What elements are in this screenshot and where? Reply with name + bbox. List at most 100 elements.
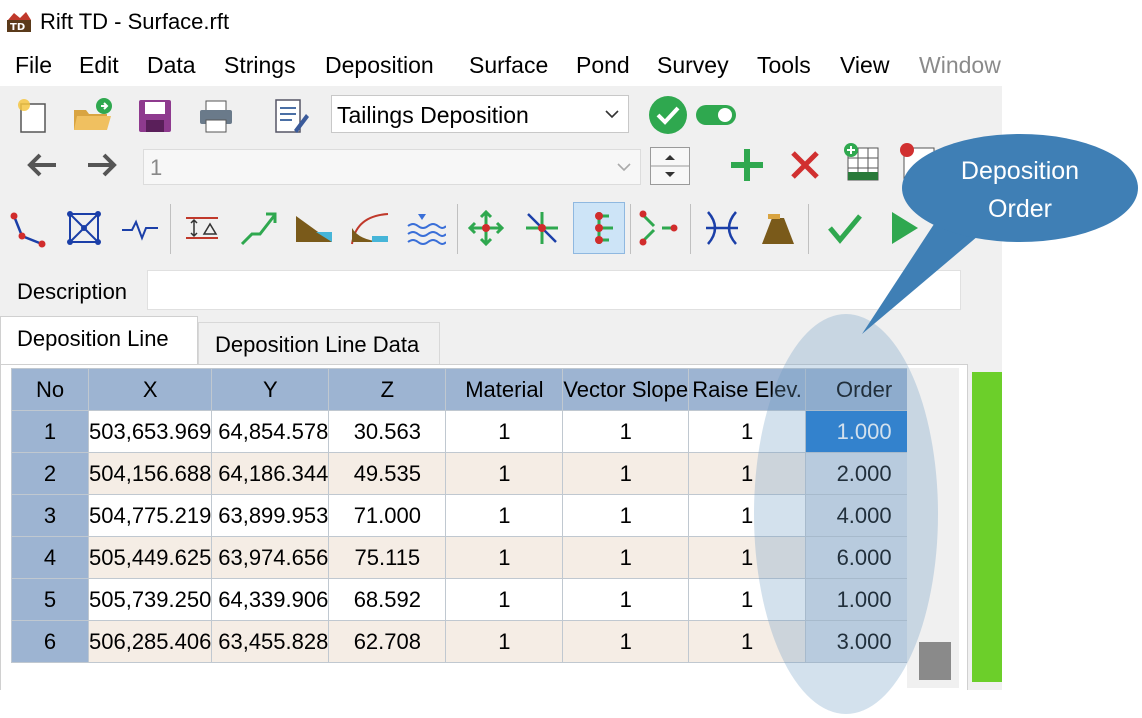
save-icon[interactable] [132, 94, 176, 138]
new-file-icon[interactable] [10, 94, 54, 138]
menu-survey[interactable]: Survey [657, 52, 729, 79]
table-row[interactable]: 5 505,739.250 64,339.906 68.592 1 1 1 1.… [11, 578, 924, 621]
menu-surface[interactable]: Surface [469, 52, 548, 79]
cell-vector-slope[interactable]: 1 [562, 578, 690, 621]
cell-y[interactable]: 63,899.953 [211, 494, 330, 537]
profile-line-icon[interactable] [118, 206, 162, 250]
column-header-material[interactable]: Material [445, 368, 564, 411]
cell-material[interactable]: 1 [445, 452, 564, 495]
cell-vector-slope[interactable]: 1 [562, 620, 690, 663]
report-edit-icon[interactable] [268, 94, 312, 138]
table-row[interactable]: 3 504,775.219 63,899.953 71.000 1 1 1 4.… [11, 494, 924, 537]
cell-z[interactable]: 71.000 [328, 494, 447, 537]
column-header-no[interactable]: No [11, 368, 89, 411]
cell-y[interactable]: 64,339.906 [211, 578, 330, 621]
scroll-thumb[interactable] [919, 642, 951, 680]
cell-raise-elev[interactable]: 1 [688, 410, 807, 453]
move-node-icon[interactable] [464, 206, 508, 250]
cell-raise-elev[interactable]: 1 [688, 578, 807, 621]
elevation-range-icon[interactable] [180, 206, 224, 250]
deposition-mode-select[interactable]: Tailings Deposition [331, 95, 629, 133]
cell-x[interactable]: 506,285.406 [87, 620, 213, 663]
add-table-icon[interactable] [840, 141, 884, 185]
tab-deposition-line-data[interactable]: Deposition Line Data [198, 322, 440, 367]
cell-vector-slope[interactable]: 1 [562, 536, 690, 579]
menu-file[interactable]: File [15, 52, 52, 79]
print-icon[interactable] [194, 94, 238, 138]
apply-check-icon[interactable] [822, 206, 866, 250]
cell-order[interactable]: 2.000 [805, 452, 924, 495]
mesh-icon[interactable] [62, 206, 106, 250]
table-row[interactable]: 1 503,653.969 64,854.578 30.563 1 1 1 1.… [11, 410, 924, 453]
menu-deposition[interactable]: Deposition [325, 52, 434, 79]
tab-deposition-line[interactable]: Deposition Line [0, 316, 198, 367]
description-input[interactable] [147, 270, 961, 310]
cell-raise-elev[interactable]: 1 [688, 620, 807, 663]
water-level-icon[interactable] [404, 206, 448, 250]
back-arrow-icon[interactable] [20, 143, 64, 187]
toggle-switch[interactable] [694, 93, 738, 137]
open-folder-icon[interactable] [70, 94, 114, 138]
cell-order[interactable]: 4.000 [805, 494, 924, 537]
intersect-icon[interactable] [700, 206, 744, 250]
cell-x[interactable]: 505,739.250 [87, 578, 213, 621]
cell-material[interactable]: 1 [445, 410, 564, 453]
cell-vector-slope[interactable]: 1 [562, 494, 690, 537]
column-header-order[interactable]: Order [805, 368, 924, 411]
cell-z[interactable]: 68.592 [328, 578, 447, 621]
cell-vector-slope[interactable]: 1 [562, 410, 690, 453]
cell-y[interactable]: 63,455.828 [211, 620, 330, 663]
cell-raise-elev[interactable]: 1 [688, 452, 807, 495]
record-select[interactable]: 1 [143, 149, 641, 185]
menu-edit[interactable]: Edit [79, 52, 119, 79]
add-icon[interactable] [725, 143, 769, 187]
menu-view[interactable]: View [840, 52, 889, 79]
column-header-y[interactable]: Y [211, 368, 330, 411]
cell-order[interactable]: 1.000 [805, 410, 924, 453]
cell-raise-elev[interactable]: 1 [688, 536, 807, 579]
check-circle-icon[interactable] [646, 93, 690, 137]
cell-x[interactable]: 504,156.688 [87, 452, 213, 495]
split-string-icon[interactable] [636, 206, 680, 250]
cell-x[interactable]: 503,653.969 [87, 410, 213, 453]
cell-y[interactable]: 63,974.656 [211, 536, 330, 579]
column-header-z[interactable]: Z [328, 368, 447, 411]
cell-raise-elev[interactable]: 1 [688, 494, 807, 537]
cell-vector-slope[interactable]: 1 [562, 452, 690, 495]
cell-x[interactable]: 504,775.219 [87, 494, 213, 537]
column-header-x[interactable]: X [87, 368, 213, 411]
table-row[interactable]: 2 504,156.688 64,186.344 49.535 1 1 1 2.… [11, 452, 924, 495]
column-header-raise-elev[interactable]: Raise Elev. [688, 368, 807, 411]
deposition-order-icon[interactable] [573, 202, 625, 254]
cell-z[interactable]: 62.708 [328, 620, 447, 663]
cell-z[interactable]: 30.563 [328, 410, 447, 453]
menu-strings[interactable]: Strings [224, 52, 296, 79]
menu-tools[interactable]: Tools [757, 52, 811, 79]
cell-material[interactable]: 1 [445, 536, 564, 579]
cell-z[interactable]: 49.535 [328, 452, 447, 495]
table-row[interactable]: 4 505,449.625 63,974.656 75.115 1 1 1 6.… [11, 536, 924, 579]
menu-window[interactable]: Window [919, 52, 1001, 79]
column-header-vector-slope[interactable]: Vector Slope [562, 368, 690, 411]
surface-view[interactable] [972, 372, 1002, 682]
embankment-icon[interactable] [756, 206, 800, 250]
cell-y[interactable]: 64,186.344 [211, 452, 330, 495]
forward-arrow-icon[interactable] [80, 143, 124, 187]
slope-arrow-icon[interactable] [236, 206, 280, 250]
delete-icon[interactable] [783, 143, 827, 187]
cell-material[interactable]: 1 [445, 620, 564, 663]
menu-pond[interactable]: Pond [576, 52, 630, 79]
beach-slope-icon[interactable] [292, 206, 336, 250]
table-scrollbar[interactable] [907, 368, 959, 688]
table-row[interactable]: 6 506,285.406 63,455.828 62.708 1 1 1 3.… [11, 620, 924, 663]
cell-order[interactable]: 6.000 [805, 536, 924, 579]
cell-order[interactable]: 1.000 [805, 578, 924, 621]
cell-material[interactable]: 1 [445, 578, 564, 621]
polyline-icon[interactable] [6, 206, 50, 250]
cell-z[interactable]: 75.115 [328, 536, 447, 579]
cell-order[interactable]: 3.000 [805, 620, 924, 663]
cell-material[interactable]: 1 [445, 494, 564, 537]
curve-profile-icon[interactable] [348, 206, 392, 250]
record-spinner[interactable] [650, 147, 690, 185]
cell-y[interactable]: 64,854.578 [211, 410, 330, 453]
